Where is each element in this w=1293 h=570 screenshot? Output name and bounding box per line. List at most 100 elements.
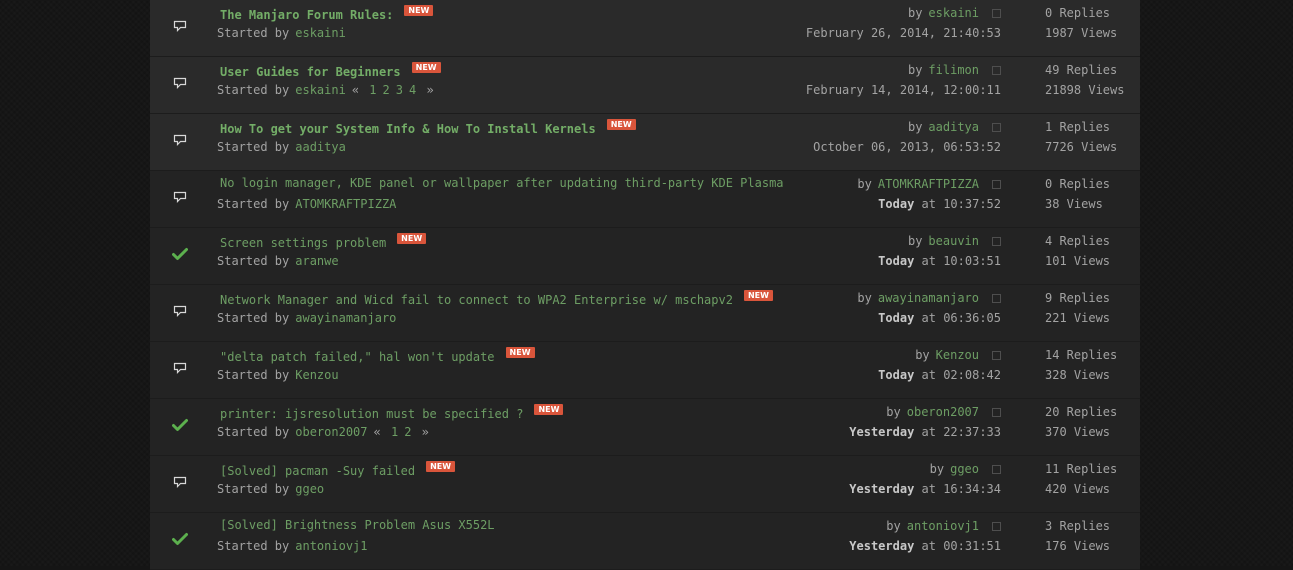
date-relative: Today: [878, 197, 915, 211]
starter-username-link[interactable]: aranwe: [295, 254, 338, 268]
topic-starter: Started by ggeo: [217, 482, 324, 496]
goto-last-post-icon[interactable]: [992, 294, 1001, 303]
last-post-date: Yesterday at 22:37:33: [849, 425, 1001, 439]
topic-title-link[interactable]: printer: ijsresolution must be specified…: [220, 407, 523, 421]
last-poster-link[interactable]: antoniovj1: [907, 519, 979, 533]
goto-last-post-icon[interactable]: [992, 522, 1001, 531]
by-label: by: [857, 177, 872, 191]
last-post-date: February 14, 2014, 12:00:11: [806, 83, 1001, 97]
page-link[interactable]: 1: [391, 425, 398, 439]
topic-title-link[interactable]: How To get your System Info & How To Ins…: [220, 122, 596, 136]
goto-last-post-icon[interactable]: [992, 180, 1001, 189]
speech-bubble-icon: [172, 189, 188, 205]
last-poster-link[interactable]: eskaini: [928, 6, 979, 20]
by-label: by: [915, 348, 930, 362]
page-link[interactable]: 4: [409, 83, 416, 97]
speech-bubble-icon: [172, 303, 188, 319]
new-badge: NEW: [397, 233, 427, 244]
last-poster-link[interactable]: beauvin: [928, 234, 979, 248]
page-link[interactable]: 3: [396, 83, 403, 97]
starter-username-link[interactable]: eskaini: [295, 26, 346, 40]
topic-row: "delta patch failed," hal won't update NE…: [150, 342, 1140, 399]
topic-starter: Started by aaditya: [217, 140, 346, 154]
last-post-by: by awayinamanjaro: [857, 291, 1001, 305]
date-relative: Today: [878, 368, 915, 382]
by-label: by: [929, 462, 945, 476]
topic-title-link[interactable]: The Manjaro Forum Rules:: [220, 8, 393, 22]
started-by-label: Started by: [217, 140, 290, 154]
date-time: October 06, 2013, 06:53:52: [813, 140, 1001, 154]
reply-count: 0 Replies: [1045, 6, 1111, 20]
starter-username-link[interactable]: awayinamanjaro: [295, 311, 396, 325]
topic-starter: Started by Kenzou: [217, 368, 339, 382]
last-post-by: by oberon2007: [886, 405, 1001, 419]
started-by-label: Started by: [217, 482, 290, 496]
by-label: by: [907, 234, 923, 248]
by-label: by: [907, 120, 923, 134]
topic-title-link[interactable]: Network Manager and Wicd fail to connect…: [220, 293, 733, 307]
goto-last-post-icon[interactable]: [992, 9, 1001, 18]
started-by-label: Started by: [217, 254, 290, 268]
page-next: »: [426, 83, 434, 97]
date-time: at 16:34:34: [914, 482, 1001, 496]
last-post-by: by eskaini: [908, 6, 1001, 20]
new-badge: NEW: [534, 404, 564, 415]
topic-starter: Started by awayinamanjaro: [217, 311, 396, 325]
goto-last-post-icon[interactable]: [992, 351, 1001, 360]
starter-username-link[interactable]: Kenzou: [295, 368, 338, 382]
date-relative: Yesterday: [849, 539, 915, 553]
started-by-label: Started by: [217, 539, 290, 553]
topic-title-link[interactable]: "delta patch failed," hal won't update: [220, 350, 495, 364]
reply-count: 3 Replies: [1045, 519, 1111, 533]
speech-bubble-icon: [172, 132, 188, 148]
last-poster-link[interactable]: aaditya: [928, 120, 979, 134]
goto-last-post-icon[interactable]: [992, 66, 1001, 75]
date-relative: Today: [878, 254, 915, 268]
view-count: 221 Views: [1045, 311, 1111, 325]
new-badge: NEW: [743, 290, 773, 301]
reply-count: 14 Replies: [1045, 348, 1118, 362]
topic-title-link[interactable]: [Solved] Brightness Problem Asus X552L: [220, 518, 495, 532]
starter-username-link[interactable]: oberon2007: [295, 425, 367, 439]
topic-title: No login manager, KDE panel or wallpaper…: [220, 176, 784, 190]
topic-title: [Solved] Brightness Problem Asus X552L: [220, 518, 495, 532]
page-next: »: [421, 425, 429, 439]
last-poster-link[interactable]: Kenzou: [936, 348, 979, 362]
topic-title-link[interactable]: User Guides for Beginners: [220, 65, 401, 79]
starter-username-link[interactable]: antoniovj1: [295, 539, 367, 553]
by-label: by: [886, 405, 901, 419]
started-by-label: Started by: [217, 311, 290, 325]
page-link[interactable]: 2: [404, 425, 411, 439]
topic-starter: Started by ATOMKRAFTPIZZA: [217, 197, 396, 211]
topic-row: Network Manager and Wicd fail to connect…: [150, 285, 1140, 342]
date-time: at 10:37:52: [914, 197, 1001, 211]
started-by-label: Started by: [217, 26, 290, 40]
goto-last-post-icon[interactable]: [992, 408, 1001, 417]
goto-last-post-icon[interactable]: [992, 465, 1001, 474]
goto-last-post-icon[interactable]: [992, 123, 1001, 132]
topic-title-link[interactable]: Screen settings problem: [220, 236, 386, 250]
last-poster-link[interactable]: ATOMKRAFTPIZZA: [878, 177, 979, 191]
goto-last-post-icon[interactable]: [992, 237, 1001, 246]
last-post-date: Today at 02:08:42: [878, 368, 1001, 382]
topic-row: User Guides for Beginners NEW Started by es…: [150, 57, 1140, 114]
last-post-date: Today at 06:36:05: [878, 311, 1001, 325]
page-prev: «: [351, 83, 360, 97]
topic-title-link[interactable]: [Solved] pacman -Suy failed: [220, 464, 415, 478]
topic-title: printer: ijsresolution must be specified…: [220, 404, 564, 421]
last-poster-link[interactable]: awayinamanjaro: [878, 291, 979, 305]
last-poster-link[interactable]: filimon: [928, 63, 979, 77]
starter-username-link[interactable]: ATOMKRAFTPIZZA: [295, 197, 396, 211]
starter-username-link[interactable]: ggeo: [295, 482, 324, 496]
last-poster-link[interactable]: oberon2007: [907, 405, 979, 419]
page-link[interactable]: 2: [383, 83, 390, 97]
last-post-by: by filimon: [908, 63, 1001, 77]
topic-starter: Started by aranwe: [217, 254, 339, 268]
last-poster-link[interactable]: ggeo: [950, 462, 979, 476]
by-label: by: [907, 63, 923, 77]
topic-title-link[interactable]: No login manager, KDE panel or wallpaper…: [220, 176, 784, 190]
page-link[interactable]: 1: [369, 83, 376, 97]
by-label: by: [886, 519, 901, 533]
starter-username-link[interactable]: aaditya: [295, 140, 346, 154]
starter-username-link[interactable]: eskaini: [295, 83, 346, 97]
